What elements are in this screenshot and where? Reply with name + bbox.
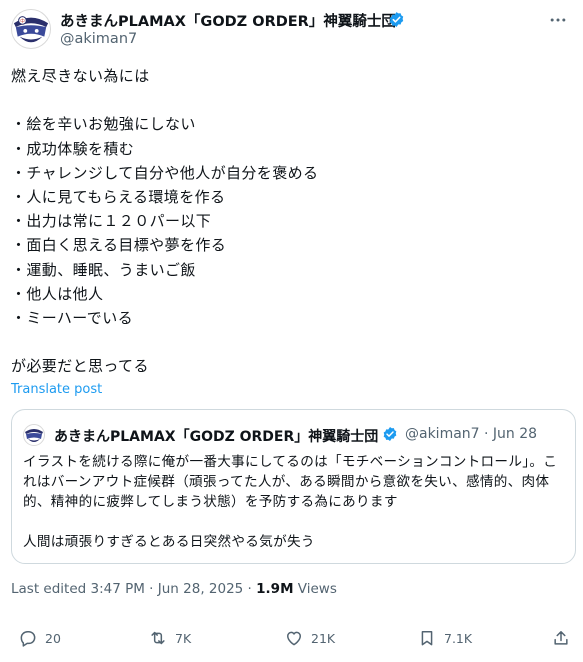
reply-button[interactable]: 20 — [18, 628, 61, 648]
repost-count: 7K — [175, 630, 192, 646]
more-dots-icon — [550, 18, 566, 22]
views-count: 1.9M — [256, 581, 294, 597]
quote-meta: @akiman7 · Jun 28 — [405, 426, 538, 442]
bookmark-icon — [421, 631, 433, 646]
reply-count: 20 — [45, 630, 61, 646]
quoted-post[interactable]: あきまんPLAMAX「GODZ ORDER」神翼騎士団 @akiman7 · J… — [11, 409, 576, 564]
verified-badge-icon — [389, 12, 404, 27]
quote-paragraph-2: 人間は頑張りすぎるとある日突然やる気が失う — [23, 534, 315, 550]
like-count: 21K — [311, 630, 336, 646]
repost-button[interactable]: 7K — [148, 628, 191, 648]
translate-post-link[interactable]: Translate post — [11, 382, 102, 397]
avatar[interactable]: 中 — [11, 9, 51, 49]
post-text: 燃え尽きない為には ・絵を辛いお勉強にしない ・成功体験を積む ・チャレンジして… — [11, 67, 319, 376]
bookmark-button[interactable]: 7.1K — [417, 628, 472, 648]
views-label: Views — [293, 581, 337, 597]
quote-avatar — [23, 424, 45, 446]
author-name[interactable]: あきまんPLAMAX「GODZ ORDER」神翼騎士団 — [60, 10, 396, 31]
quote-author-name: あきまんPLAMAX「GODZ ORDER」神翼騎士団 — [54, 429, 379, 445]
author-handle[interactable]: @akiman7 — [60, 31, 137, 47]
reply-icon — [20, 631, 36, 647]
avatar-icon: 中 — [13, 16, 49, 43]
tweet: 中 あきまんPLAMAX「GODZ ORDER」神翼騎士団 @akiman7 燃… — [0, 0, 583, 662]
share-icon — [554, 631, 568, 645]
quote-paragraph-1: イラストを続ける際に俺が一番大事にしてるのは「モチベーションコントロール」。これ… — [23, 454, 558, 510]
quote-verified-badge-icon — [383, 427, 397, 441]
quote-text: イラストを続ける際に俺が一番大事にしてるのは「モチベーションコントロール」。これ… — [23, 452, 563, 552]
action-bar: 20 7K 21K 7.1K — [0, 628, 583, 656]
quote-avatar-icon — [25, 429, 43, 442]
bookmark-count: 7.1K — [444, 630, 473, 646]
repost-icon — [151, 631, 165, 645]
share-button[interactable] — [551, 628, 571, 648]
more-icon[interactable] — [548, 10, 568, 34]
like-button[interactable]: 21K — [284, 628, 335, 648]
edited-timestamp[interactable]: Last edited 3:47 PM · Jun 28, 2025 · — [11, 581, 256, 597]
edited-info: Last edited 3:47 PM · Jun 28, 2025 · 1.9… — [11, 581, 337, 597]
like-icon — [287, 631, 301, 646]
